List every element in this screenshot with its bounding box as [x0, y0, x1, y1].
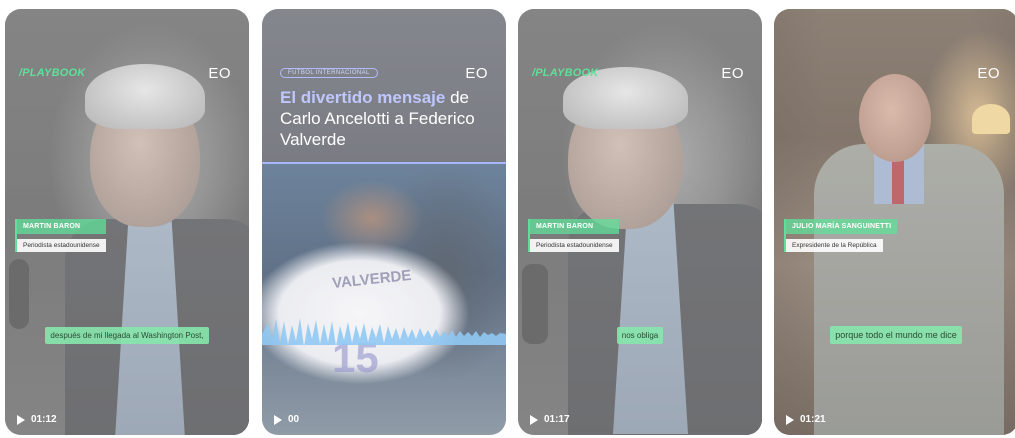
- play-icon[interactable]: [530, 414, 538, 425]
- caption-text: nos obliga: [616, 327, 664, 344]
- play-icon[interactable]: [274, 414, 282, 425]
- caption-text: después de mi llegada al Washington Post…: [45, 327, 209, 344]
- caption: después de mi llegada al Washington Post…: [5, 325, 249, 344]
- playbook-brand: /PLAYBOOK: [19, 67, 86, 79]
- video-card-martin-baron-2[interactable]: /PLAYBOOK EO MARTIN BARON Periodista est…: [518, 9, 762, 435]
- play-duration[interactable]: 01:21: [786, 414, 826, 425]
- speaker-name: MARTIN BARON: [17, 219, 106, 234]
- speaker-role: Periodista estadounidense: [530, 239, 619, 252]
- caption: porque todo el mundo me dice: [774, 325, 1015, 344]
- name-lower-third: MARTIN BARON Periodista estadounidense: [528, 219, 619, 252]
- speaker-role: Periodista estadounidense: [17, 239, 106, 252]
- play-icon[interactable]: [786, 414, 794, 425]
- speaker-name: MARTIN BARON: [530, 219, 619, 234]
- speaker-role: Expresidente de la República: [786, 239, 883, 252]
- video-card-sanguinetti[interactable]: EO JULIO MARÍA SANGUINETTI Expresidente …: [774, 9, 1015, 435]
- speaker-name: JULIO MARÍA SANGUINETTI: [786, 219, 898, 234]
- duration-label: 01:17: [544, 414, 570, 425]
- eo-logo: EO: [721, 65, 744, 82]
- caption: nos obliga: [518, 325, 762, 344]
- play-duration[interactable]: 01:17: [530, 414, 570, 425]
- name-lower-third: JULIO MARÍA SANGUINETTI Expresidente de …: [784, 219, 898, 252]
- play-icon[interactable]: [17, 414, 25, 425]
- video-card-ancelotti-valverde[interactable]: FUTBOL INTERNACIONAL EO El divertido men…: [262, 9, 506, 435]
- playbook-brand: /PLAYBOOK: [532, 67, 599, 79]
- video-card-martin-baron-1[interactable]: /PLAYBOOK EO MARTIN BARON Periodista est…: [5, 9, 249, 435]
- duration-label: 01:21: [800, 414, 826, 425]
- eo-logo: EO: [977, 65, 1000, 82]
- caption-text: porque todo el mundo me dice: [830, 326, 962, 344]
- name-lower-third: MARTIN BARON Periodista estadounidense: [15, 219, 106, 252]
- eo-logo: EO: [208, 65, 231, 82]
- duration-label: 00: [288, 414, 300, 425]
- play-duration[interactable]: 00: [274, 414, 299, 425]
- play-duration[interactable]: 01:12: [17, 414, 57, 425]
- duration-label: 01:12: [31, 414, 57, 425]
